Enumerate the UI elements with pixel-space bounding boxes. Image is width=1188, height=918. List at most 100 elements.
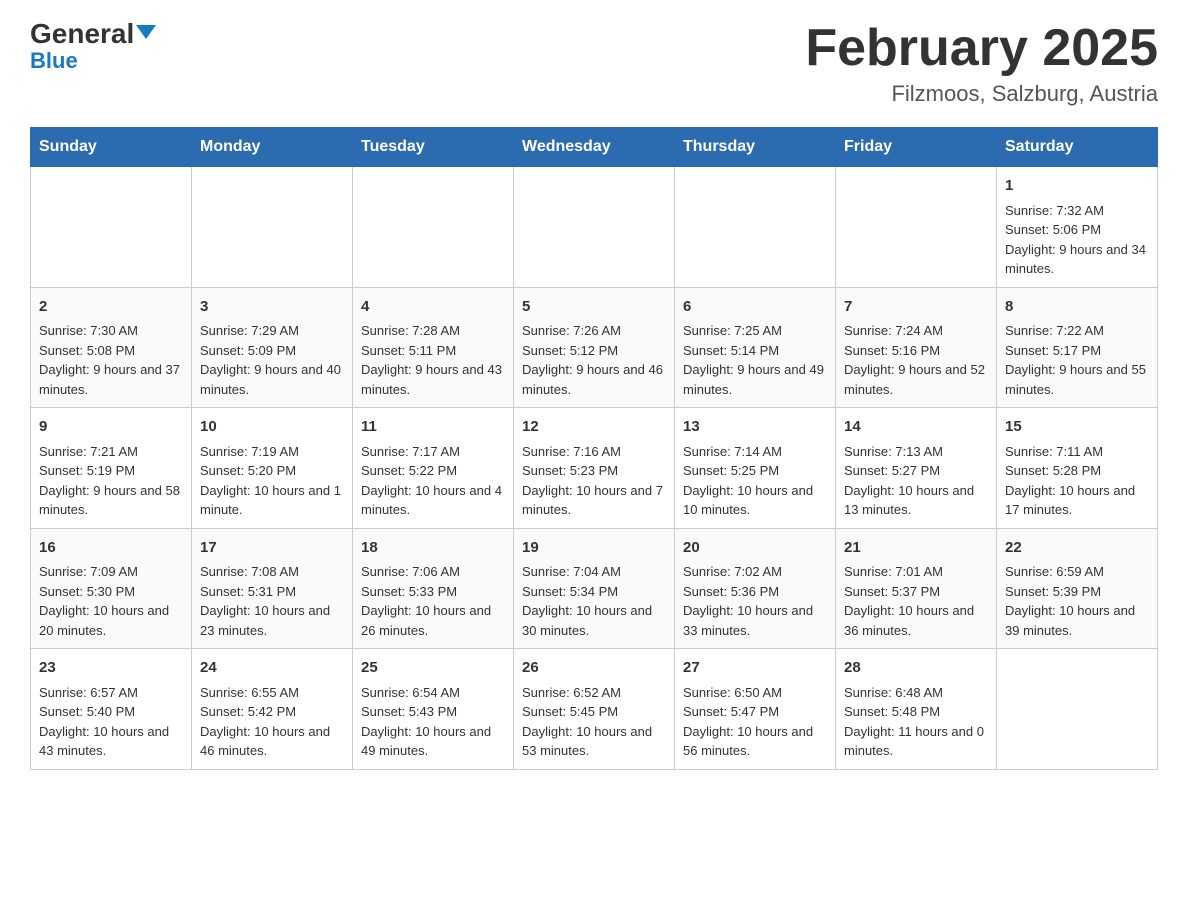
day-number: 17 xyxy=(200,537,344,560)
day-number: 3 xyxy=(200,296,344,319)
day-info: Sunrise: 7:32 AMSunset: 5:06 PMDaylight:… xyxy=(1005,201,1149,279)
day-number: 22 xyxy=(1005,537,1149,560)
calendar-week-row: 9 Sunrise: 7:21 AMSunset: 5:19 PMDaylight… xyxy=(31,408,1158,529)
calendar-cell: 4Sunrise: 7:28 AMSunset: 5:11 PMDaylight… xyxy=(353,287,514,408)
weekday-header-thursday: Thursday xyxy=(675,128,836,167)
calendar-cell xyxy=(514,167,675,288)
calendar-cell xyxy=(192,167,353,288)
calendar-cell: 27 Sunrise: 6:50 AMSunset: 5:47 PMDayligh… xyxy=(675,649,836,770)
day-info: Sunrise: 7:17 AMSunset: 5:22 PMDaylight:… xyxy=(361,442,505,520)
calendar-cell: 8Sunrise: 7:22 AMSunset: 5:17 PMDaylight… xyxy=(997,287,1158,408)
month-year-title: February 2025 xyxy=(805,20,1158,77)
calendar-week-row: 16Sunrise: 7:09 AMSunset: 5:30 PMDayligh… xyxy=(31,528,1158,649)
calendar-cell xyxy=(353,167,514,288)
calendar-cell: 16Sunrise: 7:09 AMSunset: 5:30 PMDayligh… xyxy=(31,528,192,649)
day-info: Sunrise: 7:06 AMSunset: 5:33 PMDaylight:… xyxy=(361,562,505,640)
day-number: 5 xyxy=(522,296,666,319)
day-info: Sunrise: 6:52 AMSunset: 5:45 PMDaylight:… xyxy=(522,683,666,761)
day-number: 27 xyxy=(683,657,827,680)
weekday-header-sunday: Sunday xyxy=(31,128,192,167)
day-info: Sunrise: 7:13 AMSunset: 5:27 PMDaylight:… xyxy=(844,442,988,520)
calendar-cell: 23Sunrise: 6:57 AMSunset: 5:40 PMDayligh… xyxy=(31,649,192,770)
day-info: Sunrise: 6:50 AMSunset: 5:47 PMDaylight:… xyxy=(683,683,827,761)
day-info: Sunrise: 7:11 AMSunset: 5:28 PMDaylight:… xyxy=(1005,442,1149,520)
day-number: 11 xyxy=(361,416,505,439)
day-info: Sunrise: 7:28 AMSunset: 5:11 PMDaylight:… xyxy=(361,321,505,399)
weekday-header-saturday: Saturday xyxy=(997,128,1158,167)
calendar-cell: 24 Sunrise: 6:55 AMSunset: 5:42 PMDayligh… xyxy=(192,649,353,770)
calendar-week-row: 2Sunrise: 7:30 AMSunset: 5:08 PMDaylight… xyxy=(31,287,1158,408)
logo-triangle-icon xyxy=(136,25,156,39)
day-info: Sunrise: 7:09 AMSunset: 5:30 PMDaylight:… xyxy=(39,562,183,640)
page-header: General Blue February 2025 Filzmoos, Sal… xyxy=(30,20,1158,107)
day-info: Sunrise: 7:21 AMSunset: 5:19 PMDaylight:… xyxy=(39,442,183,520)
calendar-cell: 11 Sunrise: 7:17 AMSunset: 5:22 PMDayligh… xyxy=(353,408,514,529)
day-number: 20 xyxy=(683,537,827,560)
day-number: 14 xyxy=(844,416,988,439)
day-info: Sunrise: 6:48 AMSunset: 5:48 PMDaylight:… xyxy=(844,683,988,761)
calendar-cell: 12Sunrise: 7:16 AMSunset: 5:23 PMDayligh… xyxy=(514,408,675,529)
day-info: Sunrise: 7:08 AMSunset: 5:31 PMDaylight:… xyxy=(200,562,344,640)
location-subtitle: Filzmoos, Salzburg, Austria xyxy=(805,81,1158,107)
day-number: 23 xyxy=(39,657,183,680)
calendar-cell: 5Sunrise: 7:26 AMSunset: 5:12 PMDaylight… xyxy=(514,287,675,408)
day-info: Sunrise: 7:16 AMSunset: 5:23 PMDaylight:… xyxy=(522,442,666,520)
calendar-cell: 10 Sunrise: 7:19 AMSunset: 5:20 PMDayligh… xyxy=(192,408,353,529)
calendar-cell: 20Sunrise: 7:02 AMSunset: 5:36 PMDayligh… xyxy=(675,528,836,649)
day-number: 4 xyxy=(361,296,505,319)
calendar-cell: 13 Sunrise: 7:14 AMSunset: 5:25 PMDayligh… xyxy=(675,408,836,529)
day-info: Sunrise: 7:22 AMSunset: 5:17 PMDaylight:… xyxy=(1005,321,1149,399)
day-info: Sunrise: 7:26 AMSunset: 5:12 PMDaylight:… xyxy=(522,321,666,399)
day-number: 7 xyxy=(844,296,988,319)
day-info: Sunrise: 6:55 AMSunset: 5:42 PMDaylight:… xyxy=(200,683,344,761)
calendar-cell: 1 Sunrise: 7:32 AMSunset: 5:06 PMDaylight… xyxy=(997,167,1158,288)
day-info: Sunrise: 6:59 AMSunset: 5:39 PMDaylight:… xyxy=(1005,562,1149,640)
calendar-cell: 25Sunrise: 6:54 AMSunset: 5:43 PMDayligh… xyxy=(353,649,514,770)
weekday-header-tuesday: Tuesday xyxy=(353,128,514,167)
day-info: Sunrise: 7:01 AMSunset: 5:37 PMDaylight:… xyxy=(844,562,988,640)
day-info: Sunrise: 7:02 AMSunset: 5:36 PMDaylight:… xyxy=(683,562,827,640)
day-info: Sunrise: 7:30 AMSunset: 5:08 PMDaylight:… xyxy=(39,321,183,399)
day-info: Sunrise: 7:19 AMSunset: 5:20 PMDaylight:… xyxy=(200,442,344,520)
calendar-cell xyxy=(836,167,997,288)
calendar-cell: 18Sunrise: 7:06 AMSunset: 5:33 PMDayligh… xyxy=(353,528,514,649)
day-number: 28 xyxy=(844,657,988,680)
day-info: Sunrise: 7:25 AMSunset: 5:14 PMDaylight:… xyxy=(683,321,827,399)
title-area: February 2025 Filzmoos, Salzburg, Austri… xyxy=(805,20,1158,107)
day-info: Sunrise: 7:14 AMSunset: 5:25 PMDaylight:… xyxy=(683,442,827,520)
calendar-week-row: 1 Sunrise: 7:32 AMSunset: 5:06 PMDaylight… xyxy=(31,167,1158,288)
day-number: 18 xyxy=(361,537,505,560)
day-info: Sunrise: 7:24 AMSunset: 5:16 PMDaylight:… xyxy=(844,321,988,399)
calendar-cell: 15Sunrise: 7:11 AMSunset: 5:28 PMDayligh… xyxy=(997,408,1158,529)
calendar-cell: 28 Sunrise: 6:48 AMSunset: 5:48 PMDayligh… xyxy=(836,649,997,770)
day-info: Sunrise: 7:29 AMSunset: 5:09 PMDaylight:… xyxy=(200,321,344,399)
day-number: 1 xyxy=(1005,175,1149,198)
day-info: Sunrise: 7:04 AMSunset: 5:34 PMDaylight:… xyxy=(522,562,666,640)
logo-blue-text: Blue xyxy=(30,50,78,72)
calendar-cell xyxy=(31,167,192,288)
logo: General Blue xyxy=(30,20,156,72)
calendar-cell: 17Sunrise: 7:08 AMSunset: 5:31 PMDayligh… xyxy=(192,528,353,649)
day-number: 26 xyxy=(522,657,666,680)
calendar-cell: 14 Sunrise: 7:13 AMSunset: 5:27 PMDayligh… xyxy=(836,408,997,529)
weekday-header-friday: Friday xyxy=(836,128,997,167)
day-number: 2 xyxy=(39,296,183,319)
calendar-cell xyxy=(997,649,1158,770)
day-number: 24 xyxy=(200,657,344,680)
calendar-week-row: 23Sunrise: 6:57 AMSunset: 5:40 PMDayligh… xyxy=(31,649,1158,770)
weekday-header-wednesday: Wednesday xyxy=(514,128,675,167)
calendar-table: SundayMondayTuesdayWednesdayThursdayFrid… xyxy=(30,127,1158,770)
day-number: 8 xyxy=(1005,296,1149,319)
calendar-cell: 22Sunrise: 6:59 AMSunset: 5:39 PMDayligh… xyxy=(997,528,1158,649)
calendar-cell: 6Sunrise: 7:25 AMSunset: 5:14 PMDaylight… xyxy=(675,287,836,408)
calendar-cell: 2Sunrise: 7:30 AMSunset: 5:08 PMDaylight… xyxy=(31,287,192,408)
calendar-cell: 21Sunrise: 7:01 AMSunset: 5:37 PMDayligh… xyxy=(836,528,997,649)
day-number: 9 xyxy=(39,416,183,439)
day-number: 16 xyxy=(39,537,183,560)
day-number: 25 xyxy=(361,657,505,680)
weekday-header-monday: Monday xyxy=(192,128,353,167)
calendar-cell: 7Sunrise: 7:24 AMSunset: 5:16 PMDaylight… xyxy=(836,287,997,408)
day-number: 10 xyxy=(200,416,344,439)
calendar-cell: 9 Sunrise: 7:21 AMSunset: 5:19 PMDaylight… xyxy=(31,408,192,529)
day-number: 13 xyxy=(683,416,827,439)
